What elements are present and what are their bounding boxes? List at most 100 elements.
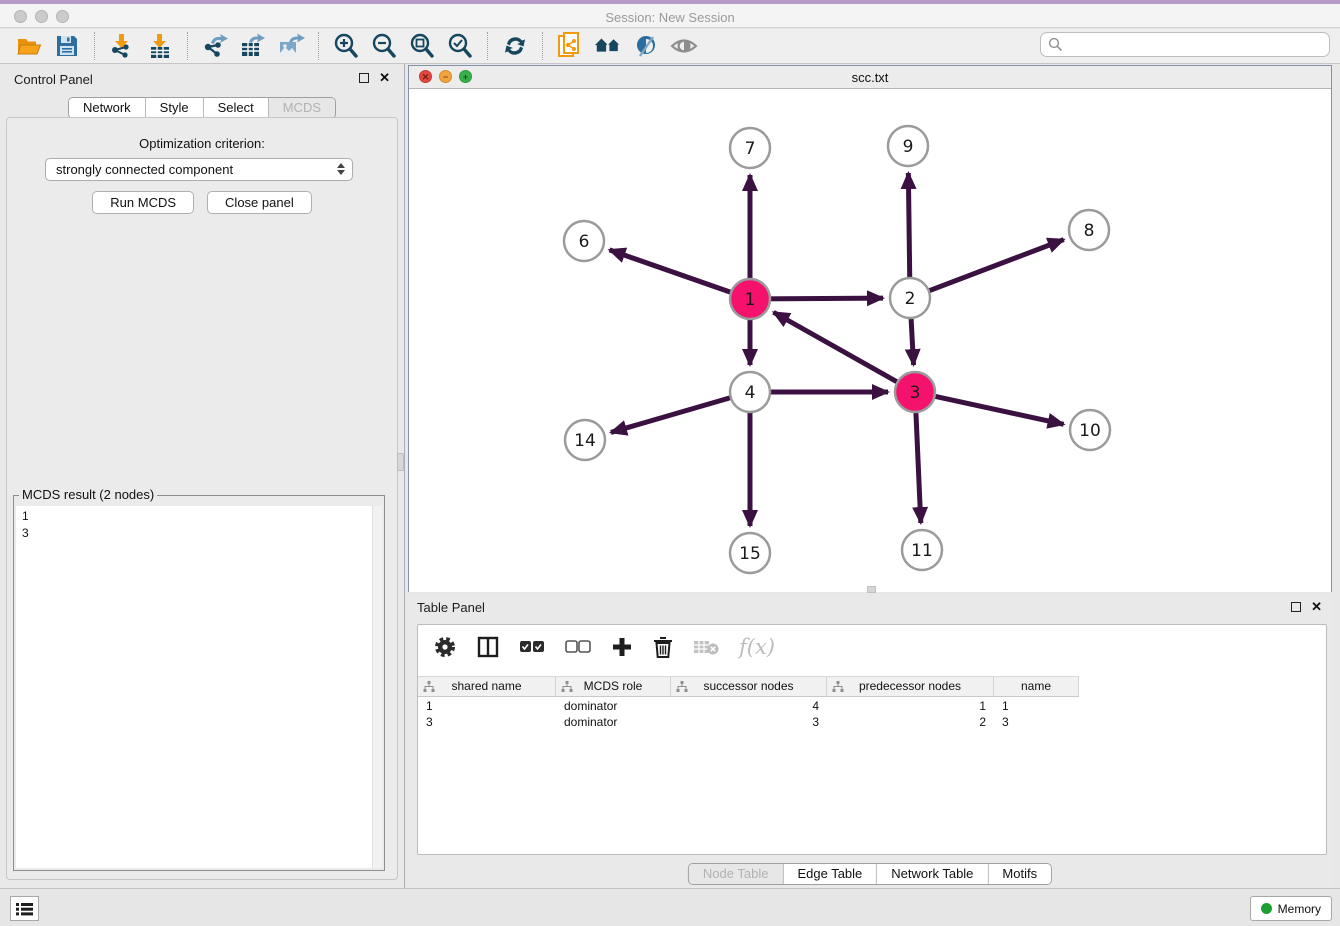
tab-select[interactable]: Select — [204, 98, 269, 118]
node-label-6: 6 — [579, 232, 590, 252]
task-history-button[interactable] — [10, 896, 39, 921]
network-canvas-svg: 1234678910111415 — [409, 90, 1331, 592]
table-panel-title: Table Panel — [417, 600, 485, 615]
cell-mcds-role[interactable]: dominator — [556, 698, 671, 714]
tab-node-table[interactable]: Node Table — [689, 864, 784, 884]
export-table-icon[interactable] — [239, 32, 267, 60]
open-session-icon[interactable] — [15, 32, 43, 60]
column-header-cell[interactable]: predecessor nodes — [827, 677, 994, 696]
node-table: f(x) shared name MCDS role successor nodes… — [417, 624, 1327, 855]
function-builder-icon: f(x) — [739, 635, 775, 659]
node-label-3: 3 — [910, 383, 921, 403]
column-header-cell[interactable]: shared name — [418, 677, 556, 696]
criterion-value: strongly connected component — [56, 162, 233, 177]
unselect-all-columns-icon[interactable] — [565, 640, 591, 654]
memory-button[interactable]: Memory — [1250, 896, 1332, 921]
dropdown-stepper-icon — [337, 163, 345, 175]
tab-motifs[interactable]: Motifs — [988, 864, 1051, 884]
edge-1-2[interactable] — [758, 298, 883, 299]
cell-successor-nodes[interactable]: 3 — [671, 714, 827, 730]
column-header-cell[interactable]: successor nodes — [671, 677, 827, 696]
node-label-10: 10 — [1079, 421, 1101, 441]
edge-2-9[interactable] — [908, 173, 910, 290]
tab-network-table[interactable]: Network Table — [877, 864, 988, 884]
cell-shared-name[interactable]: 1 — [418, 698, 556, 714]
create-column-plus-icon[interactable] — [611, 636, 633, 658]
import-network-icon[interactable] — [108, 32, 136, 60]
tab-style[interactable]: Style — [146, 98, 204, 118]
close-panel-button[interactable]: Close panel — [207, 191, 312, 214]
zoom-in-icon[interactable] — [332, 32, 360, 60]
memory-label: Memory — [1278, 902, 1321, 916]
node-label-2: 2 — [905, 289, 916, 309]
column-header-cell[interactable]: MCDS role — [556, 677, 671, 696]
export-image-icon[interactable] — [277, 32, 305, 60]
network-canvas[interactable]: 1234678910111415 — [409, 90, 1331, 592]
cell-predecessor-nodes[interactable]: 2 — [827, 714, 994, 730]
refresh-icon[interactable] — [501, 32, 529, 60]
result-scrollbar[interactable] — [372, 506, 382, 868]
show-column-panel-icon[interactable] — [477, 636, 499, 658]
delete-column-trash-icon[interactable] — [653, 636, 673, 659]
node-label-9: 9 — [903, 137, 914, 157]
edge-1-6[interactable] — [609, 250, 742, 296]
export-network-icon[interactable] — [201, 32, 229, 60]
tab-mcds[interactable]: MCDS — [269, 98, 335, 118]
app-title: Session: New Session — [0, 8, 1340, 28]
cell-predecessor-nodes[interactable]: 1 — [827, 698, 994, 714]
edge-2-8[interactable] — [917, 240, 1063, 296]
column-header-shared-name: shared name — [451, 679, 521, 693]
save-session-icon[interactable] — [53, 32, 81, 60]
float-table-panel-icon[interactable] — [1291, 602, 1301, 612]
search-input[interactable] — [1040, 32, 1330, 57]
column-header-cell[interactable]: name — [994, 677, 1079, 696]
close-panel-icon[interactable]: ✕ — [379, 72, 390, 83]
zoom-out-icon[interactable] — [370, 32, 398, 60]
table-settings-gear-icon[interactable] — [433, 635, 457, 659]
network-resize-handle[interactable] — [867, 586, 876, 593]
cell-name[interactable]: 1 — [994, 698, 1079, 714]
mcds-result-box: MCDS result (2 nodes) 13 — [13, 495, 385, 871]
import-table-icon[interactable] — [146, 32, 174, 60]
float-panel-icon[interactable] — [359, 73, 369, 83]
node-label-1: 1 — [745, 290, 756, 310]
home-icon[interactable] — [594, 32, 622, 60]
cell-shared-name[interactable]: 3 — [418, 714, 556, 730]
run-mcds-button[interactable]: Run MCDS — [92, 191, 194, 214]
node-label-8: 8 — [1084, 221, 1095, 241]
network-from-selection-icon[interactable] — [556, 32, 584, 60]
toolbar-separator — [94, 32, 95, 60]
birds-eye-view-icon[interactable] — [670, 32, 698, 60]
column-hierarchy-icon — [561, 681, 573, 693]
cell-successor-nodes[interactable]: 4 — [671, 698, 827, 714]
column-header-mcds-role: MCDS role — [584, 679, 643, 693]
table-row[interactable]: 1dominator411 — [418, 698, 1079, 714]
column-header-predecessor-nodes: predecessor nodes — [859, 679, 961, 693]
edge-3-10[interactable] — [923, 394, 1064, 425]
zoom-selected-icon[interactable] — [446, 32, 474, 60]
tab-network[interactable]: Network — [69, 98, 146, 118]
node-label-15: 15 — [739, 544, 761, 564]
toolbar-separator — [487, 32, 488, 60]
edge-3-1[interactable] — [774, 312, 909, 388]
panel-splitter-handle[interactable] — [397, 453, 404, 471]
close-table-panel-icon[interactable]: ✕ — [1311, 601, 1322, 612]
tab-edge-table[interactable]: Edge Table — [783, 864, 877, 884]
edge-4-14[interactable] — [611, 394, 742, 432]
edge-3-11[interactable] — [915, 400, 920, 523]
zoom-fit-icon[interactable] — [408, 32, 436, 60]
mcds-result-text[interactable]: 13 — [16, 506, 382, 868]
cell-mcds-role[interactable]: dominator — [556, 714, 671, 730]
select-all-columns-icon[interactable] — [519, 640, 545, 654]
table-row[interactable]: 3dominator323 — [418, 714, 1079, 730]
app-titlebar: Session: New Session — [0, 4, 1340, 28]
toolbar-separator — [187, 32, 188, 60]
table-panel: Table Panel ✕ — [408, 597, 1332, 888]
toolbar-separator — [542, 32, 543, 60]
delete-table-icon — [693, 638, 719, 656]
criterion-dropdown[interactable]: strongly connected component — [45, 158, 353, 181]
show-graphics-details-icon[interactable] — [632, 32, 660, 60]
network-window-titlebar[interactable]: ✕ − + scc.txt — [409, 66, 1331, 89]
table-panel-tabs: Node TableEdge TableNetwork TableMotifs — [688, 863, 1052, 885]
cell-name[interactable]: 3 — [994, 714, 1079, 730]
